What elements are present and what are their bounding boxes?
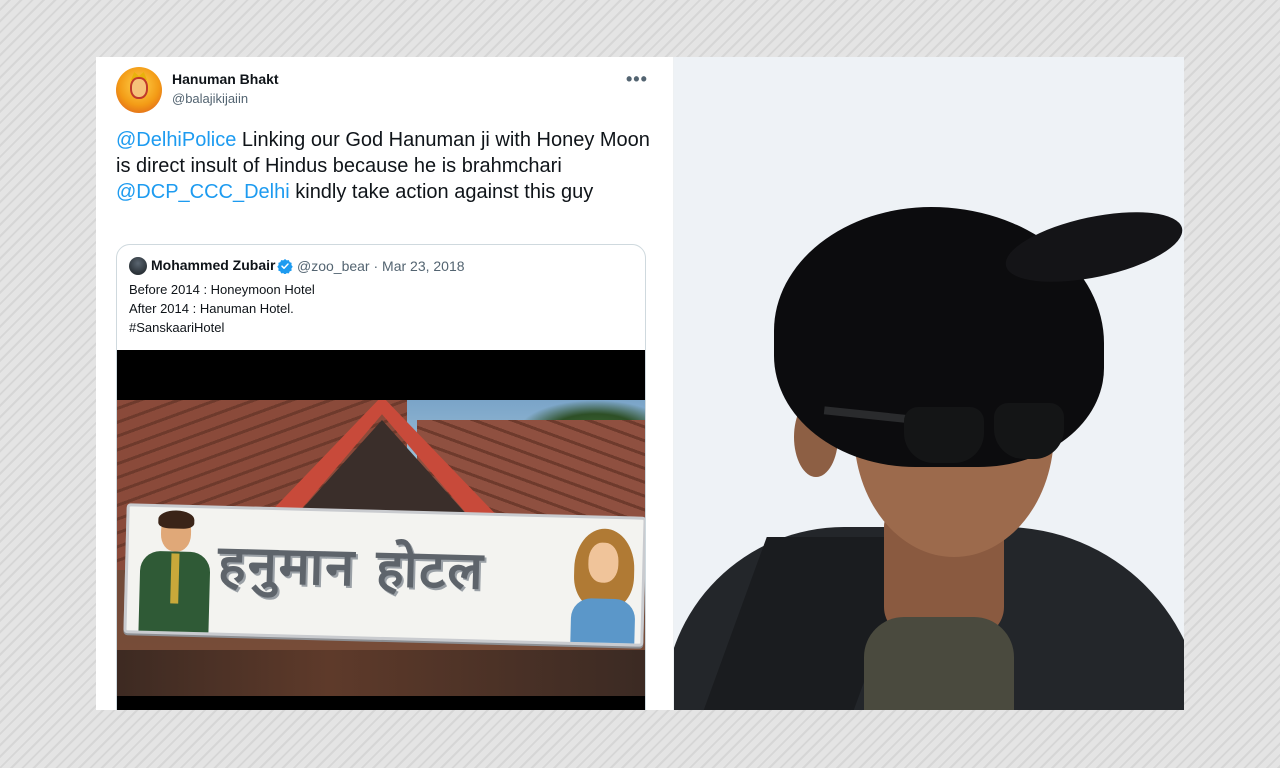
woman-illustration xyxy=(566,527,641,644)
quoted-author-avatar xyxy=(129,257,147,275)
author-name[interactable]: Hanuman Bhakt xyxy=(172,71,279,87)
hanuman-hotel-sign-text: हनुमान होटल xyxy=(217,534,486,602)
quoted-hashtag[interactable]: #SanskaariHotel xyxy=(129,320,224,335)
avatar-face xyxy=(130,77,148,99)
quoted-author-name: Mohammed Zubair xyxy=(151,257,276,273)
tweet-text: @DelhiPolice Linking our God Hanuman ji … xyxy=(116,127,656,205)
mention-delhi-police[interactable]: @DelhiPolice xyxy=(116,129,236,151)
hotel-sign-photo: हनुमान होटल xyxy=(117,400,645,696)
author-handle[interactable]: @balajikijaiin xyxy=(172,91,248,106)
hotel-signboard: हनुमान होटल xyxy=(123,503,645,647)
building-wall xyxy=(117,650,645,696)
quoted-media[interactable]: हनुमान होटल xyxy=(117,350,645,710)
quoted-line-2: After 2014 : Hanuman Hotel. xyxy=(129,301,294,316)
more-options-icon[interactable]: ••• xyxy=(626,69,647,89)
tweet-card: Hanuman Bhakt @balajikijaiin ••• @DelhiP… xyxy=(96,57,674,710)
mention-dcp-ccc-delhi[interactable]: @DCP_CCC_Delhi xyxy=(116,181,290,203)
olive-shirt xyxy=(864,617,1014,710)
man-illustration xyxy=(138,510,211,633)
verified-badge-icon xyxy=(277,259,293,274)
quoted-tweet[interactable]: Mohammed Zubair @zoo_bear · Mar 23, 2018… xyxy=(116,244,646,710)
composite-image: Hanuman Bhakt @balajikijaiin ••• @DelhiP… xyxy=(96,57,1184,710)
quoted-handle-date: @zoo_bear · Mar 23, 2018 xyxy=(297,258,465,274)
sunglasses xyxy=(823,397,1064,467)
tweet-text-part-2: kindly take action against this guy xyxy=(289,181,594,203)
quoted-line-1: Before 2014 : Honeymoon Hotel xyxy=(129,282,315,297)
person-photo xyxy=(674,57,1184,710)
author-avatar[interactable] xyxy=(116,67,162,113)
